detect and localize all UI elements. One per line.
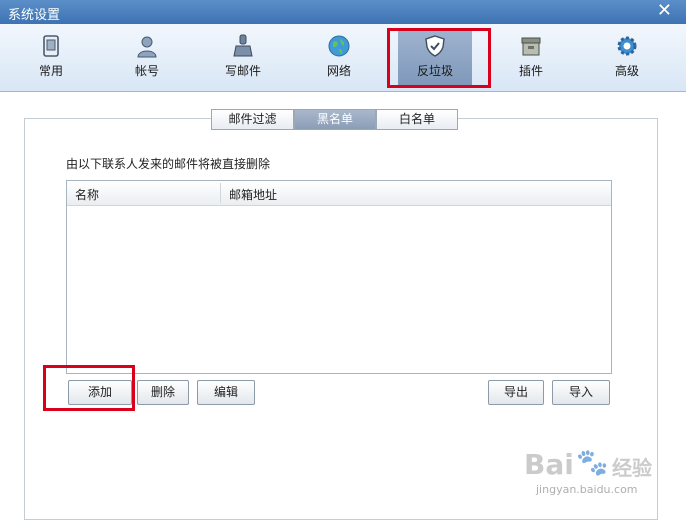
toolbar-label: 网络 bbox=[326, 64, 351, 78]
category-toolbar: 常用 帐号 写邮件 网络 反垃圾 插件 高级 bbox=[0, 24, 686, 92]
highlight-box-add bbox=[43, 365, 135, 411]
toolbar-item-advanced[interactable]: 高级 bbox=[590, 28, 664, 86]
highlight-box-antispam bbox=[387, 28, 491, 88]
watermark-brand: 经验 bbox=[612, 456, 652, 480]
watermark-url: jingyan.baidu.com bbox=[536, 483, 638, 496]
toolbar-item-compose[interactable]: 写邮件 bbox=[206, 28, 280, 86]
settings-icon bbox=[43, 35, 59, 57]
table-header: 名称 邮箱地址 bbox=[67, 181, 611, 206]
edit-button[interactable]: 编辑 bbox=[197, 380, 255, 405]
column-divider[interactable] bbox=[220, 183, 221, 203]
toolbar-item-account[interactable]: 帐号 bbox=[110, 28, 184, 86]
paw-icon: 🐾 bbox=[576, 448, 609, 478]
toolbar-label: 常用 bbox=[38, 64, 63, 78]
import-button[interactable]: 导入 bbox=[552, 380, 610, 405]
column-header-email[interactable]: 邮箱地址 bbox=[229, 186, 277, 203]
toolbar-label: 高级 bbox=[614, 64, 639, 78]
toolbar-item-general[interactable]: 常用 bbox=[14, 28, 88, 86]
delete-button[interactable]: 删除 bbox=[137, 380, 189, 405]
globe-icon bbox=[328, 35, 350, 57]
gear-icon bbox=[617, 36, 637, 56]
toolbar-label: 插件 bbox=[518, 64, 543, 78]
close-icon[interactable]: ✕ bbox=[657, 1, 672, 21]
toolbar-item-network[interactable]: 网络 bbox=[302, 28, 376, 86]
column-header-name[interactable]: 名称 bbox=[75, 186, 99, 203]
watermark-logo: Bai bbox=[524, 448, 574, 481]
toolbar-item-plugins[interactable]: 插件 bbox=[494, 28, 568, 86]
toolbar-label: 帐号 bbox=[134, 64, 159, 78]
blacklist-table[interactable]: 名称 邮箱地址 bbox=[66, 180, 612, 374]
tab-blacklist[interactable]: 黑名单 bbox=[294, 109, 376, 130]
compose-icon bbox=[233, 34, 253, 57]
window-title: 系统设置 bbox=[8, 8, 61, 23]
export-button[interactable]: 导出 bbox=[488, 380, 544, 405]
blacklist-description: 由以下联系人发来的邮件将被直接删除 bbox=[66, 157, 271, 171]
box-icon bbox=[521, 37, 541, 56]
toolbar-label: 写邮件 bbox=[224, 64, 261, 78]
tab-mail-filter[interactable]: 邮件过滤 bbox=[211, 109, 294, 130]
title-bar: 系统设置 ✕ bbox=[0, 0, 686, 24]
tab-whitelist[interactable]: 白名单 bbox=[376, 109, 458, 130]
user-icon bbox=[137, 36, 157, 58]
